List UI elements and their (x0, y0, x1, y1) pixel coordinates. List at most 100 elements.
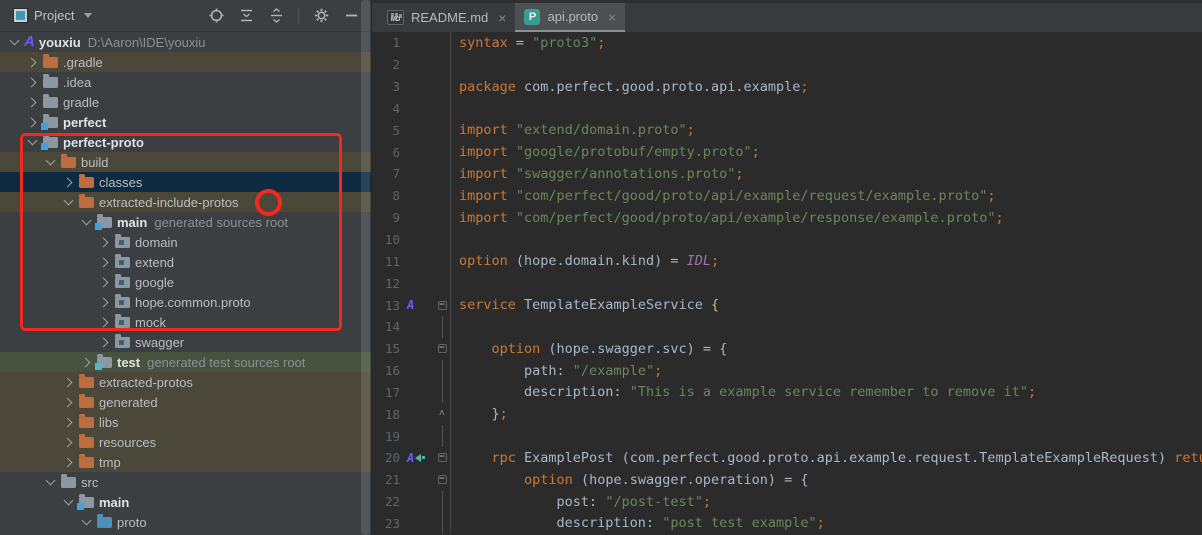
tree-item-main[interactable]: main generated sources root (0, 212, 371, 232)
fold-collapse-icon[interactable]: − (437, 344, 447, 354)
chevron-collapsed-icon[interactable] (62, 377, 73, 387)
chevron-expanded-icon[interactable] (63, 495, 74, 506)
tree-item-proto[interactable]: proto (0, 512, 371, 532)
close-tab-icon[interactable]: × (498, 11, 506, 25)
tree-item-domain[interactable]: domain (0, 232, 371, 252)
settings-gear-icon[interactable] (313, 8, 329, 24)
tree-item-main[interactable]: main (0, 492, 371, 512)
code-text: option (hope.domain.kind) = IDL; (451, 253, 719, 269)
chevron-expanded-icon[interactable] (45, 155, 56, 166)
chevron-collapsed-icon[interactable] (98, 237, 109, 247)
chevron-slot (96, 314, 113, 330)
tree-item-build[interactable]: build (0, 152, 371, 172)
tree-item-label: extracted-include-protos (99, 194, 239, 210)
code-text: import "extend/domain.proto"; (451, 122, 695, 138)
tree-scrollbar[interactable] (361, 0, 370, 535)
chevron-expanded-icon[interactable] (9, 35, 20, 46)
line-number: 1 (392, 35, 400, 51)
collapse-all-icon[interactable] (268, 8, 284, 24)
fold-end-icon[interactable]: ˄ (439, 409, 445, 419)
close-tab-icon[interactable]: × (608, 10, 616, 24)
tree-item-perfect[interactable]: perfect (0, 112, 371, 132)
tree-item-extend[interactable]: extend (0, 252, 371, 272)
code-editor[interactable]: 1 syntax = "proto3"; 2 3 package com.perfect… (372, 32, 1202, 535)
chevron-expanded-icon[interactable] (27, 135, 38, 146)
fold-collapse-icon[interactable]: − (437, 475, 447, 485)
tree-item-extracted-protos[interactable]: extracted-protos (0, 372, 371, 392)
chevron-expanded-icon[interactable] (81, 515, 92, 526)
locate-file-icon[interactable] (208, 8, 224, 24)
tree-item-label: extend (135, 254, 175, 270)
fold-collapse-icon[interactable]: − (437, 453, 447, 463)
implemented-marker-icon[interactable] (415, 453, 426, 462)
code-text: import "swagger/annotations.proto"; (451, 166, 744, 182)
fold-gutter: − (434, 294, 451, 316)
tree-item-mock[interactable]: mock (0, 312, 371, 332)
chevron-collapsed-icon[interactable] (98, 337, 109, 347)
code-line: 7 import "swagger/annotations.proto"; (372, 163, 1202, 185)
expand-all-icon[interactable] (238, 8, 254, 24)
tree-item-tmp[interactable]: tmp (0, 452, 371, 472)
excluded-folder-icon (79, 374, 94, 388)
chevron-collapsed-icon[interactable] (62, 177, 73, 187)
chevron-collapsed-icon[interactable] (26, 77, 37, 87)
tree-item-label: src (81, 474, 99, 490)
code-token: ; (654, 362, 663, 379)
gutter-app-logo-icon[interactable]: A (407, 452, 414, 464)
tree-item-resources[interactable]: resources (0, 432, 371, 452)
editor-tab-api-proto[interactable]: Papi.proto × (515, 3, 626, 32)
hide-panel-icon[interactable] (343, 8, 359, 24)
code-line: 23 description: "post test example"; (372, 512, 1202, 535)
tree-item-libs[interactable]: libs (0, 412, 371, 432)
tree-item-generated[interactable]: generated (0, 392, 371, 412)
code-token: TemplateExampleService (515, 297, 711, 314)
tree-item-google[interactable]: google (0, 272, 371, 292)
code-token: option (524, 471, 573, 488)
tree-item-src[interactable]: src (0, 472, 371, 492)
tree-item-test[interactable]: test generated test sources root (0, 352, 371, 372)
chevron-collapsed-icon[interactable] (62, 397, 73, 407)
code-token: option (459, 253, 508, 270)
fold-collapse-icon[interactable]: − (437, 300, 447, 310)
chevron-collapsed-icon[interactable] (26, 97, 37, 107)
line-number: 19 (384, 428, 400, 444)
editor-tab-readme-md[interactable]: MD README.md × (378, 3, 516, 32)
tree-item-label: libs (99, 414, 119, 430)
chevron-collapsed-icon[interactable] (62, 437, 73, 447)
chevron-slot (96, 254, 113, 270)
tree-item-swagger[interactable]: swagger (0, 332, 371, 352)
chevron-collapsed-icon[interactable] (62, 457, 73, 467)
tree-item-label: perfect (63, 114, 107, 130)
tree-item-label: swagger (135, 334, 185, 350)
code-token: (hope.domain.kind) = (507, 253, 687, 270)
chevron-collapsed-icon[interactable] (98, 277, 109, 287)
tree-item-gradle[interactable]: gradle (0, 92, 371, 112)
tree-item-classes[interactable]: classes (0, 172, 371, 192)
tree-item--idea[interactable]: .idea (0, 72, 371, 92)
code-token: returns (1174, 449, 1202, 466)
line-number: 3 (392, 79, 400, 95)
chevron-expanded-icon[interactable] (63, 195, 74, 206)
chevron-slot (96, 294, 113, 310)
gutter-app-logo-icon[interactable]: A (407, 299, 414, 311)
implemented-arrow-icon (415, 453, 422, 462)
chevron-collapsed-icon[interactable] (26, 117, 37, 127)
tree-item-extracted-include-protos[interactable]: extracted-include-protos (0, 192, 371, 212)
chevron-collapsed-icon[interactable] (98, 297, 109, 307)
source-folder-icon (97, 514, 112, 528)
chevron-expanded-icon[interactable] (45, 475, 56, 486)
chevron-expanded-icon[interactable] (81, 215, 92, 226)
package-inner-icon (119, 340, 124, 345)
chevron-collapsed-icon[interactable] (62, 417, 73, 427)
tree-item-youxiu[interactable]: Ayouxiu D:\Aaron\IDE\youxiu (0, 32, 371, 52)
chevron-collapsed-icon[interactable] (98, 257, 109, 267)
chevron-collapsed-icon[interactable] (26, 57, 37, 67)
tree-item-perfect-proto[interactable]: perfect-proto (0, 132, 371, 152)
chevron-collapsed-icon[interactable] (98, 317, 109, 327)
chevron-collapsed-icon[interactable] (80, 357, 91, 367)
tree-item-hope-common-proto[interactable]: hope.common.proto (0, 292, 371, 312)
code-line: 14 (372, 315, 1202, 338)
chevron-down-icon[interactable] (84, 13, 93, 18)
toolbar-separator (298, 7, 299, 24)
tree-item--gradle[interactable]: .gradle (0, 52, 371, 72)
